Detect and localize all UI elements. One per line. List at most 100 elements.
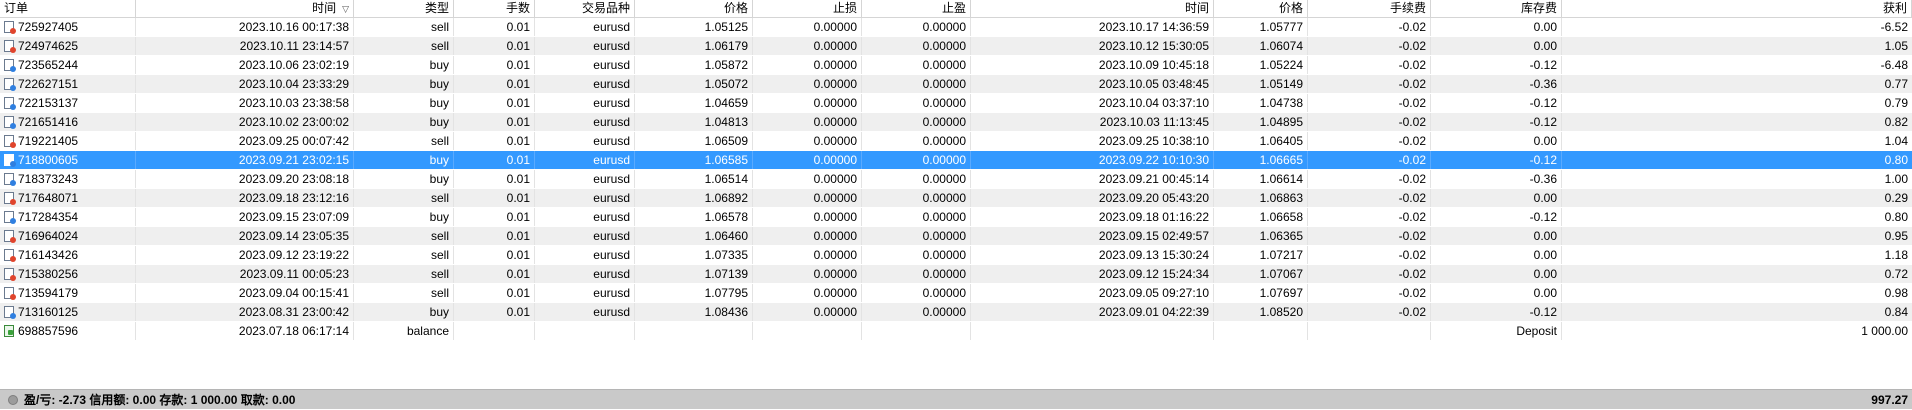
cell-sl: 0.00000 bbox=[753, 56, 862, 74]
table-row[interactable]: 724974625 2023.10.11 23:14:57 sell 0.01 euru… bbox=[0, 37, 1912, 56]
cell-lots: 0.01 bbox=[454, 94, 535, 112]
table-row[interactable]: 716964024 2023.09.14 23:05:35 sell 0.01 euru… bbox=[0, 227, 1912, 246]
cell-type: balance bbox=[354, 322, 454, 340]
table-row[interactable]: 717284354 2023.09.15 23:07:09 buy 0.01 eurus… bbox=[0, 208, 1912, 227]
cell-order: 716964024 bbox=[0, 227, 136, 245]
cell-swap: -0.12 bbox=[1431, 56, 1562, 74]
cell-close-price: 1.05777 bbox=[1214, 18, 1308, 36]
cell-price: 1.07335 bbox=[635, 246, 753, 264]
cell-close-time: 2023.10.17 14:36:59 bbox=[971, 18, 1214, 36]
order-id: 718800605 bbox=[18, 152, 79, 167]
table-row[interactable]: 698857596 2023.07.18 06:17:14 balance Depos… bbox=[0, 322, 1912, 341]
table-row[interactable]: 722627151 2023.10.04 23:33:29 buy 0.01 eurus… bbox=[0, 75, 1912, 94]
order-id: 716143426 bbox=[18, 247, 79, 262]
cell-lots: 0.01 bbox=[454, 37, 535, 55]
cell-profit: 0.29 bbox=[1884, 191, 1908, 205]
cell-symbol: eurusd bbox=[535, 75, 635, 93]
cell-swap: 0.00 bbox=[1431, 37, 1562, 55]
order-id: 713160125 bbox=[18, 304, 79, 319]
cell-close-price: 1.04895 bbox=[1214, 113, 1308, 131]
cell-commission bbox=[1308, 322, 1431, 340]
cell-swap: 0.00 bbox=[1431, 132, 1562, 150]
cell-commission: -0.02 bbox=[1308, 303, 1431, 321]
cell-lots: 0.01 bbox=[454, 132, 535, 150]
order-id: 723565244 bbox=[18, 57, 79, 72]
cell-swap: -0.12 bbox=[1431, 303, 1562, 321]
cell-profit: 0.77 bbox=[1884, 77, 1908, 91]
col-header-time[interactable]: 时间 ▽ bbox=[136, 0, 354, 17]
table-row[interactable]: 721651416 2023.10.02 23:00:02 buy 0.01 eurus… bbox=[0, 113, 1912, 132]
cell-symbol: eurusd bbox=[535, 303, 635, 321]
cell-price: 1.05125 bbox=[635, 18, 753, 36]
cell-profit: -6.48 bbox=[1880, 58, 1908, 72]
table-row[interactable]: 716143426 2023.09.12 23:19:22 sell 0.01 euru… bbox=[0, 246, 1912, 265]
cell-tp: 0.00000 bbox=[862, 303, 971, 321]
cell-type: sell bbox=[354, 37, 454, 55]
cell-close-price: 1.07067 bbox=[1214, 265, 1308, 283]
table-row[interactable]: 713160125 2023.08.31 23:00:42 buy 0.01 eurus… bbox=[0, 303, 1912, 322]
cell-profit: 0.80 bbox=[1884, 153, 1908, 167]
cell-commission: -0.02 bbox=[1308, 56, 1431, 74]
cell-close-time: 2023.09.13 15:30:24 bbox=[971, 246, 1214, 264]
col-header-tp[interactable]: 止盈 bbox=[862, 0, 971, 17]
cell-price: 1.04813 bbox=[635, 113, 753, 131]
summary-total: 997.27 bbox=[1871, 393, 1908, 407]
cell-close-time: 2023.09.21 00:45:14 bbox=[971, 170, 1214, 188]
order-id: 722153137 bbox=[18, 95, 79, 110]
cell-sl: 0.00000 bbox=[753, 37, 862, 55]
cell-sl: 0.00000 bbox=[753, 189, 862, 207]
table-row[interactable]: 718373243 2023.09.20 23:08:18 buy 0.01 eurus… bbox=[0, 170, 1912, 189]
table-row[interactable]: 719221405 2023.09.25 00:07:42 sell 0.01 euru… bbox=[0, 132, 1912, 151]
col-header-lots[interactable]: 手数 bbox=[454, 0, 535, 17]
cell-close-time: 2023.10.03 11:13:45 bbox=[971, 113, 1214, 131]
cell-lots: 0.01 bbox=[454, 189, 535, 207]
cell-lots: 0.01 bbox=[454, 284, 535, 302]
cell-type: sell bbox=[354, 18, 454, 36]
cell-close-price: 1.05224 bbox=[1214, 56, 1308, 74]
cell-tp: 0.00000 bbox=[862, 227, 971, 245]
cell-lots: 0.01 bbox=[454, 75, 535, 93]
cell-commission: -0.02 bbox=[1308, 227, 1431, 245]
col-header-swap[interactable]: 库存费 bbox=[1431, 0, 1562, 17]
cell-sl: 0.00000 bbox=[753, 18, 862, 36]
sell-order-icon bbox=[4, 39, 16, 53]
cell-profit: -6.52 bbox=[1880, 20, 1908, 34]
col-header-commission[interactable]: 手续费 bbox=[1308, 0, 1431, 17]
table-row[interactable]: 715380256 2023.09.11 00:05:23 sell 0.01 euru… bbox=[0, 265, 1912, 284]
cell-commission: -0.02 bbox=[1308, 113, 1431, 131]
cell-commission: -0.02 bbox=[1308, 265, 1431, 283]
cell-symbol bbox=[535, 322, 635, 340]
cell-type: sell bbox=[354, 284, 454, 302]
table-row[interactable]: 725927405 2023.10.16 00:17:38 sell 0.01 euru… bbox=[0, 18, 1912, 37]
table-row[interactable]: 713594179 2023.09.04 00:15:41 sell 0.01 euru… bbox=[0, 284, 1912, 303]
cell-tp: 0.00000 bbox=[862, 208, 971, 226]
cell-close-time: 2023.10.09 10:45:18 bbox=[971, 56, 1214, 74]
col-header-symbol[interactable]: 交易品种 bbox=[535, 0, 635, 17]
col-header-type[interactable]: 类型 bbox=[354, 0, 454, 17]
buy-order-icon bbox=[4, 210, 16, 224]
cell-swap: -0.12 bbox=[1431, 94, 1562, 112]
cell-close-time: 2023.10.12 15:30:05 bbox=[971, 37, 1214, 55]
col-header-close-time[interactable]: 时间 bbox=[971, 0, 1214, 17]
cell-sl: 0.00000 bbox=[753, 246, 862, 264]
cell-profit: 0.80 bbox=[1884, 210, 1908, 224]
balance-order-icon bbox=[4, 324, 15, 338]
col-header-price[interactable]: 价格 bbox=[635, 0, 753, 17]
order-id: 725927405 bbox=[18, 19, 79, 34]
table-row[interactable]: 722153137 2023.10.03 23:38:58 buy 0.01 eurus… bbox=[0, 94, 1912, 113]
col-header-order[interactable]: 订单 bbox=[0, 0, 136, 17]
cell-type: buy bbox=[354, 170, 454, 188]
cell-profit: 1 000.00 bbox=[1861, 324, 1908, 338]
cell-symbol: eurusd bbox=[535, 56, 635, 74]
col-header-sl[interactable]: 止损 bbox=[753, 0, 862, 17]
table-row[interactable]: 717648071 2023.09.18 23:12:16 sell 0.01 euru… bbox=[0, 189, 1912, 208]
cell-order: 713160125 bbox=[0, 303, 136, 321]
cell-close-time: 2023.09.20 05:43:20 bbox=[971, 189, 1214, 207]
col-header-profit[interactable]: 获利 bbox=[1562, 0, 1912, 17]
col-header-close-price[interactable]: 价格 bbox=[1214, 0, 1308, 17]
order-id: 724974625 bbox=[18, 38, 79, 53]
table-row[interactable]: 723565244 2023.10.06 23:02:19 buy 0.01 eurus… bbox=[0, 56, 1912, 75]
table-row[interactable]: 718800605 2023.09.21 23:02:15 buy 0.01 eurus… bbox=[0, 151, 1912, 170]
cell-close-time: 2023.09.01 04:22:39 bbox=[971, 303, 1214, 321]
cell-profit: 0.84 bbox=[1884, 305, 1908, 319]
